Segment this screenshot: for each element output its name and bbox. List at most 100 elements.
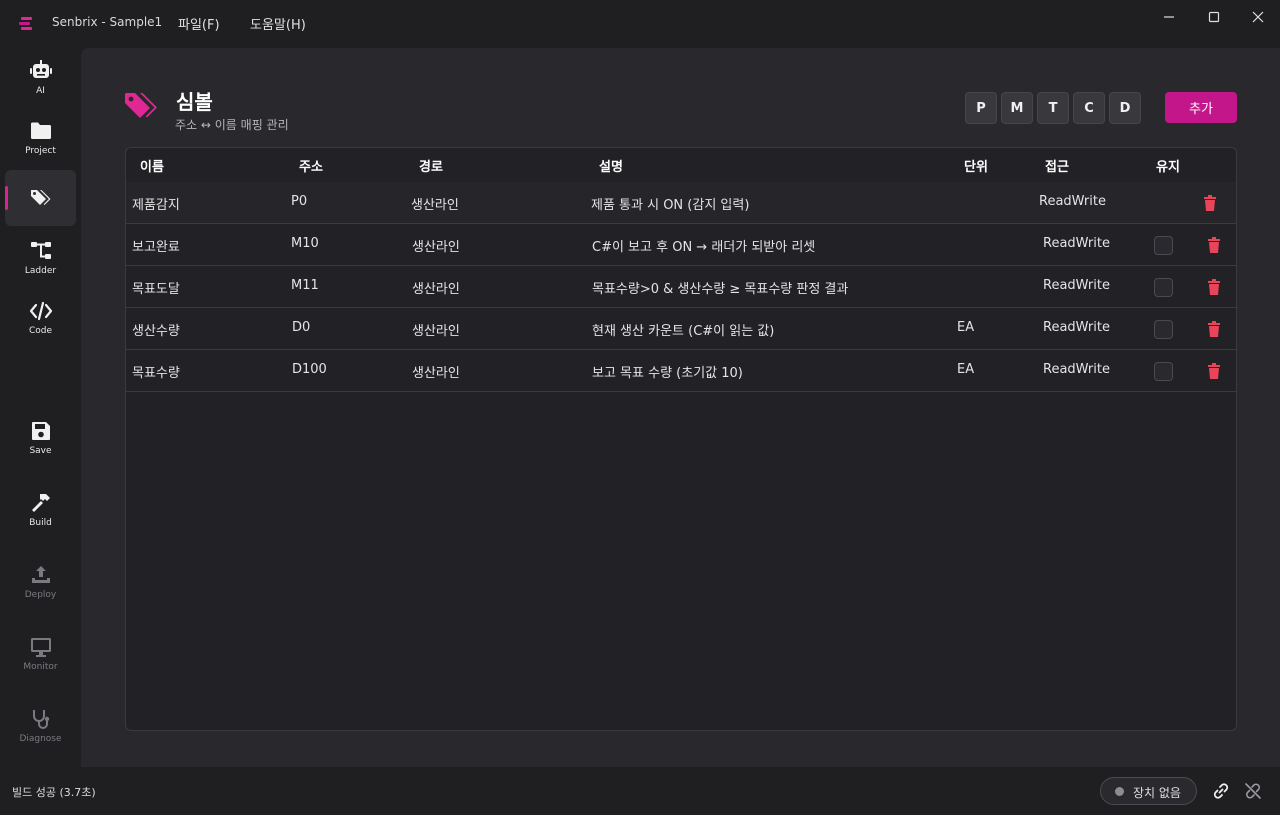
filter-button-c[interactable]: C (1073, 92, 1105, 124)
column-header-unit[interactable]: 단위 (964, 156, 988, 175)
sidebar-item-label: Ladder (24, 266, 57, 276)
filter-button-t[interactable]: T (1037, 92, 1069, 124)
robot-icon (29, 59, 53, 83)
build-status: 빌드 성공 (3.7초) (12, 786, 96, 799)
cell-name[interactable]: 생산수량 (132, 320, 180, 339)
cell-description[interactable]: 제품 통과 시 ON (감지 입력) (591, 194, 749, 213)
cell-path[interactable]: 생산라인 (411, 194, 459, 213)
cell-description[interactable]: 보고 목표 수량 (초기값 10) (592, 362, 743, 381)
cell-access[interactable]: ReadWrite (1039, 194, 1106, 209)
monitor-icon (29, 635, 53, 659)
close-button[interactable] (1246, 6, 1270, 28)
maximize-icon (1208, 11, 1220, 23)
cell-access[interactable]: ReadWrite (1043, 320, 1110, 335)
cell-name[interactable]: 목표도달 (132, 278, 180, 297)
sidebar-item-label: Code (28, 326, 53, 336)
cell-path[interactable]: 생산라인 (412, 236, 460, 255)
device-selector[interactable]: 장치 없음 (1100, 777, 1197, 805)
cell-description[interactable]: 목표수량>0 & 생산수량 ≥ 목표수량 판정 결과 (592, 278, 848, 297)
cell-access[interactable]: ReadWrite (1043, 236, 1110, 251)
folder-icon (29, 119, 53, 143)
table-row[interactable]: 제품감지 P0 생산라인 제품 통과 시 ON (감지 입력) ReadWrit… (126, 182, 1236, 224)
sidebar-item-diagnose[interactable]: Diagnose (5, 698, 76, 754)
tag-icon (125, 93, 157, 118)
column-header-path[interactable]: 경로 (419, 156, 443, 175)
filter-button-d[interactable]: D (1109, 92, 1141, 124)
stethoscope-icon (29, 707, 53, 731)
save-icon (29, 419, 53, 443)
filter-button-m[interactable]: M (1001, 92, 1033, 124)
column-header-access[interactable]: 접근 (1045, 156, 1069, 175)
retain-checkbox[interactable] (1154, 278, 1173, 297)
column-header-name[interactable]: 이름 (140, 156, 164, 175)
filter-button-p[interactable]: P (965, 92, 997, 124)
table-row[interactable]: 목표도달 M11 생산라인 목표수량>0 & 생산수량 ≥ 목표수량 판정 결과… (126, 266, 1236, 308)
sidebar-item-ladder[interactable]: Ladder (5, 230, 76, 286)
table-row[interactable]: 보고완료 M10 생산라인 C#이 보고 후 ON → 래더가 되받아 리셋 R… (126, 224, 1236, 266)
app-window: Senbrix - Sample1 파일(F) 도움말(H) AI Projec… (0, 0, 1280, 815)
trash-icon[interactable] (1207, 321, 1221, 337)
cell-address[interactable]: D100 (292, 362, 327, 377)
column-header-description[interactable]: 설명 (599, 156, 623, 175)
sidebar-item-save[interactable]: Save (5, 410, 76, 466)
retain-checkbox[interactable] (1154, 320, 1173, 339)
symbol-table: 이름 주소 경로 설명 단위 접근 유지 제품감지 P0 생산라인 제품 통과 … (125, 147, 1237, 731)
table-row[interactable]: 생산수량 D0 생산라인 현재 생산 카운트 (C#이 읽는 값) EA Rea… (126, 308, 1236, 350)
table-row[interactable]: 목표수량 D100 생산라인 보고 목표 수량 (초기값 10) EA Read… (126, 350, 1236, 392)
sidebar-item-build[interactable]: Build (5, 482, 76, 538)
column-header-address[interactable]: 주소 (299, 156, 323, 175)
cell-path[interactable]: 생산라인 (412, 320, 460, 339)
cell-path[interactable]: 생산라인 (412, 362, 460, 381)
trash-icon[interactable] (1207, 237, 1221, 253)
menu-help[interactable]: 도움말(H) (250, 14, 306, 33)
trash-icon[interactable] (1203, 195, 1217, 211)
cell-access[interactable]: ReadWrite (1043, 362, 1110, 377)
sidebar-item-label: Monitor (23, 662, 58, 672)
column-header-retain[interactable]: 유지 (1156, 156, 1180, 175)
cell-description[interactable]: 현재 생산 카운트 (C#이 읽는 값) (592, 320, 774, 339)
sidebar-item-label: Deploy (24, 590, 57, 600)
device-label: 장치 없음 (1133, 786, 1181, 800)
device-status-dot (1115, 787, 1124, 796)
page-title: 심볼 (176, 90, 213, 114)
add-button[interactable]: 추가 (1165, 92, 1237, 123)
menu-file[interactable]: 파일(F) (178, 14, 220, 33)
unlink-icon[interactable] (1243, 781, 1263, 801)
cell-unit[interactable]: EA (957, 320, 974, 335)
retain-checkbox[interactable] (1154, 236, 1173, 255)
trash-icon[interactable] (1207, 279, 1221, 295)
cell-address[interactable]: D0 (292, 320, 310, 335)
cell-unit[interactable]: EA (957, 362, 974, 377)
tag-icon (29, 186, 53, 210)
code-icon (29, 299, 53, 323)
maximize-button[interactable] (1202, 6, 1226, 28)
sidebar-item-symbols[interactable] (5, 170, 76, 226)
sidebar-item-label: Save (29, 446, 52, 456)
cell-name[interactable]: 보고완료 (132, 236, 180, 255)
cell-access[interactable]: ReadWrite (1043, 278, 1110, 293)
page-subtitle: 주소 ↔ 이름 매핑 관리 (175, 118, 289, 132)
sidebar-item-project[interactable]: Project (5, 110, 76, 166)
cell-name[interactable]: 목표수량 (132, 362, 180, 381)
ladder-diagram-icon (29, 239, 53, 263)
sidebar-item-label: Diagnose (19, 734, 62, 744)
cell-address[interactable]: M11 (291, 278, 319, 293)
minimize-button[interactable] (1157, 6, 1181, 28)
close-icon (1252, 11, 1264, 23)
sidebar-item-monitor[interactable]: Monitor (5, 626, 76, 682)
cell-path[interactable]: 생산라인 (412, 278, 460, 297)
app-title: Senbrix - Sample1 (52, 15, 163, 29)
minimize-icon (1164, 16, 1174, 18)
retain-checkbox[interactable] (1154, 362, 1173, 381)
upload-icon (29, 563, 53, 587)
sidebar-item-code[interactable]: Code (5, 290, 76, 346)
cell-description[interactable]: C#이 보고 후 ON → 래더가 되받아 리셋 (592, 236, 815, 255)
cell-address[interactable]: M10 (291, 236, 319, 251)
link-icon[interactable] (1211, 781, 1231, 801)
cell-name[interactable]: 제품감지 (132, 194, 180, 213)
cell-address[interactable]: P0 (291, 194, 307, 209)
sidebar-item-ai[interactable]: AI (5, 50, 76, 106)
title-bar: Senbrix - Sample1 파일(F) 도움말(H) (0, 0, 1280, 48)
trash-icon[interactable] (1207, 363, 1221, 379)
sidebar-item-deploy[interactable]: Deploy (5, 554, 76, 610)
